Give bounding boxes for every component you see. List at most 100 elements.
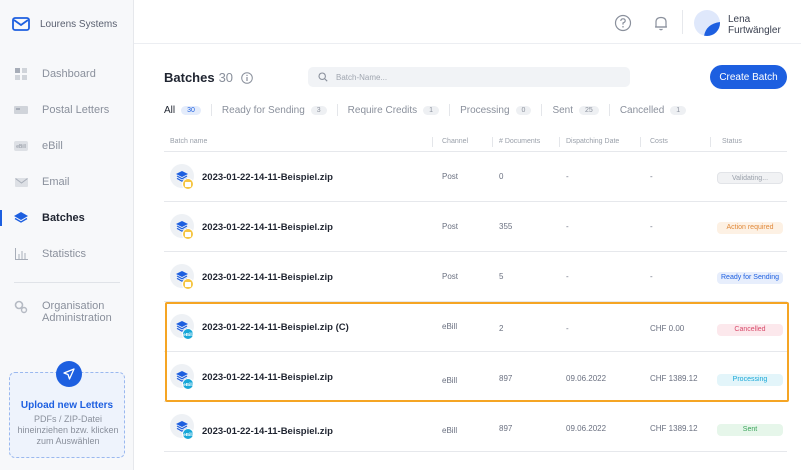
batch-name[interactable]: 2023-01-22-14-11-Beispiel.zip <box>202 222 333 233</box>
column-header-status[interactable]: Status <box>722 138 742 145</box>
post-badge-icon <box>182 228 194 240</box>
sidebar-item-postal-letters[interactable]: Postal Letters <box>0 92 134 128</box>
tab-label: Require Credits <box>347 104 418 116</box>
table-row[interactable]: eBill 2023-01-22-14-11-Beispiel.zip (C) eB… <box>164 302 787 352</box>
column-header-dispatching-date[interactable]: Dispatching Date <box>566 138 619 145</box>
statistics-icon <box>14 247 28 261</box>
batch-dispatch-date: 09.06.2022 <box>566 424 607 433</box>
column-header-batch-name[interactable]: Batch name <box>170 138 207 145</box>
batch-documents: 355 <box>499 222 513 231</box>
table-row[interactable]: 2023-01-22-14-11-Beispiel.zip Post 5 - - Read… <box>164 252 787 302</box>
mail-logo-icon <box>12 17 30 31</box>
status-badge: Cancelled <box>717 324 783 336</box>
post-badge-icon <box>182 178 194 190</box>
sidebar-item-label: Statistics <box>42 248 87 260</box>
batch-channel: Post <box>442 172 459 181</box>
avatar[interactable] <box>694 10 720 36</box>
batch-dispatch-date: - <box>566 172 569 181</box>
sidebar-item-email[interactable]: Email <box>0 164 134 200</box>
top-header: Lena Furtwängler <box>134 0 801 44</box>
header-divider <box>682 10 683 34</box>
bell-icon[interactable] <box>652 14 670 32</box>
batch-documents: 897 <box>499 424 513 433</box>
sidebar-item-label: eBill <box>42 140 63 152</box>
upload-hint-line3: zum Auswählen <box>36 436 100 446</box>
batch-name[interactable]: 2023-01-22-14-11-Beispiel.zip <box>202 426 333 437</box>
status-badge: Ready for Sending <box>717 272 783 284</box>
batch-cost: CHF 1389.12 <box>650 374 698 383</box>
upload-hint-line1: PDFs / ZIP-Datei <box>33 414 102 424</box>
user-name[interactable]: Lena Furtwängler <box>728 14 781 36</box>
batch-cost: - <box>650 222 653 231</box>
send-icon <box>63 368 75 380</box>
upload-hint-line2: hineinziehen bzw. klicken <box>17 425 119 435</box>
batch-cost: CHF 0.00 <box>650 324 685 333</box>
batch-cost: - <box>650 272 653 281</box>
batch-documents: 2 <box>499 324 504 333</box>
batch-dispatch-date: - <box>566 222 569 231</box>
tab-count-badge: 1 <box>670 105 687 115</box>
tab-count-badge: 3 <box>310 105 327 115</box>
column-header-costs[interactable]: Costs <box>650 138 668 145</box>
batch-cost: - <box>650 172 653 181</box>
tab-count-badge: 1 <box>423 105 440 115</box>
tab-sent[interactable]: Sent 25 <box>541 104 608 116</box>
help-icon[interactable] <box>614 14 632 32</box>
batch-name[interactable]: 2023-01-22-14-11-Beispiel.zip (C) <box>202 322 349 333</box>
letters-icon <box>14 103 28 117</box>
upload-dropzone[interactable]: Upload new Letters PDFs / ZIP-Datei hine… <box>9 361 125 458</box>
tab-count-badge: 0 <box>515 105 532 115</box>
batch-name[interactable]: 2023-01-22-14-11-Beispiel.zip <box>202 272 333 283</box>
upload-hint: PDFs / ZIP-Datei hineinziehen bzw. klick… <box>16 414 120 447</box>
table-row[interactable]: 2023-01-22-14-11-Beispiel.zip Post 355 - - Ac… <box>164 202 787 252</box>
search-input[interactable] <box>336 72 616 82</box>
org-label-line1: Organisation <box>42 300 105 312</box>
sidebar-item-dashboard[interactable]: Dashboard <box>0 56 134 92</box>
table-body: 2023-01-22-14-11-Beispiel.zip Post 0 - - Vali… <box>164 152 787 452</box>
batch-documents: 5 <box>499 272 504 281</box>
column-divider <box>640 137 641 147</box>
brand[interactable]: Lourens Systems <box>12 16 117 32</box>
tab-require-credits[interactable]: Require Credits 1 <box>336 104 449 116</box>
column-divider <box>432 137 433 147</box>
batch-channel: eBill <box>442 322 458 331</box>
search-bar[interactable] <box>308 67 630 87</box>
batch-channel: eBill <box>442 376 458 385</box>
search-icon <box>318 72 328 82</box>
tab-label: Ready for Sending <box>221 104 305 116</box>
tab-cancelled[interactable]: Cancelled 1 <box>608 104 696 116</box>
sidebar-item-organisation-administration[interactable]: Organisation Administration <box>14 300 112 324</box>
sidebar-item-ebill[interactable]: eBill eBill <box>0 128 134 164</box>
tab-label: Processing <box>460 104 510 116</box>
tab-processing[interactable]: Processing 0 <box>449 104 541 116</box>
batch-documents: 0 <box>499 172 504 181</box>
table-row[interactable]: eBill 2023-01-22-14-11-Beispiel.zip eBill 8… <box>164 402 787 452</box>
sidebar-item-batches[interactable]: Batches <box>0 200 134 236</box>
upload-button[interactable] <box>56 361 82 387</box>
tab-label: All <box>164 104 176 116</box>
sidebar-item-statistics[interactable]: Statistics <box>0 236 134 272</box>
tab-count-badge: 25 <box>579 105 599 115</box>
create-batch-button[interactable]: Create Batch <box>710 65 787 89</box>
table-row[interactable]: eBill 2023-01-22-14-11-Beispiel.zip eBill 8… <box>164 352 787 402</box>
svg-text:eBill: eBill <box>16 144 25 150</box>
table-header: Batch name Channel # Documents Dispatchi… <box>164 134 787 152</box>
batch-dispatch-date: - <box>566 272 569 281</box>
tab-label: Cancelled <box>619 104 665 116</box>
page-title-text: Batches <box>164 70 215 85</box>
user-last-name: Furtwängler <box>728 25 781 36</box>
page-title: Batches 30 <box>164 70 253 85</box>
tab-all[interactable]: All 30 <box>164 104 211 116</box>
ebill-badge-icon: eBill <box>182 378 194 390</box>
batch-name[interactable]: 2023-01-22-14-11-Beispiel.zip <box>202 372 333 383</box>
table-row[interactable]: 2023-01-22-14-11-Beispiel.zip Post 0 - - Vali… <box>164 152 787 202</box>
batch-name[interactable]: 2023-01-22-14-11-Beispiel.zip <box>202 172 333 183</box>
sidebar-item-label: Postal Letters <box>42 104 110 116</box>
tab-ready-for-sending[interactable]: Ready for Sending 3 <box>210 104 337 116</box>
column-header-channel[interactable]: Channel <box>442 138 468 145</box>
column-divider <box>710 137 711 147</box>
column-header-documents[interactable]: # Documents <box>499 138 540 145</box>
info-icon[interactable] <box>241 71 253 84</box>
user-first-name: Lena <box>728 14 751 25</box>
tab-count-badge: 30 <box>181 105 201 115</box>
